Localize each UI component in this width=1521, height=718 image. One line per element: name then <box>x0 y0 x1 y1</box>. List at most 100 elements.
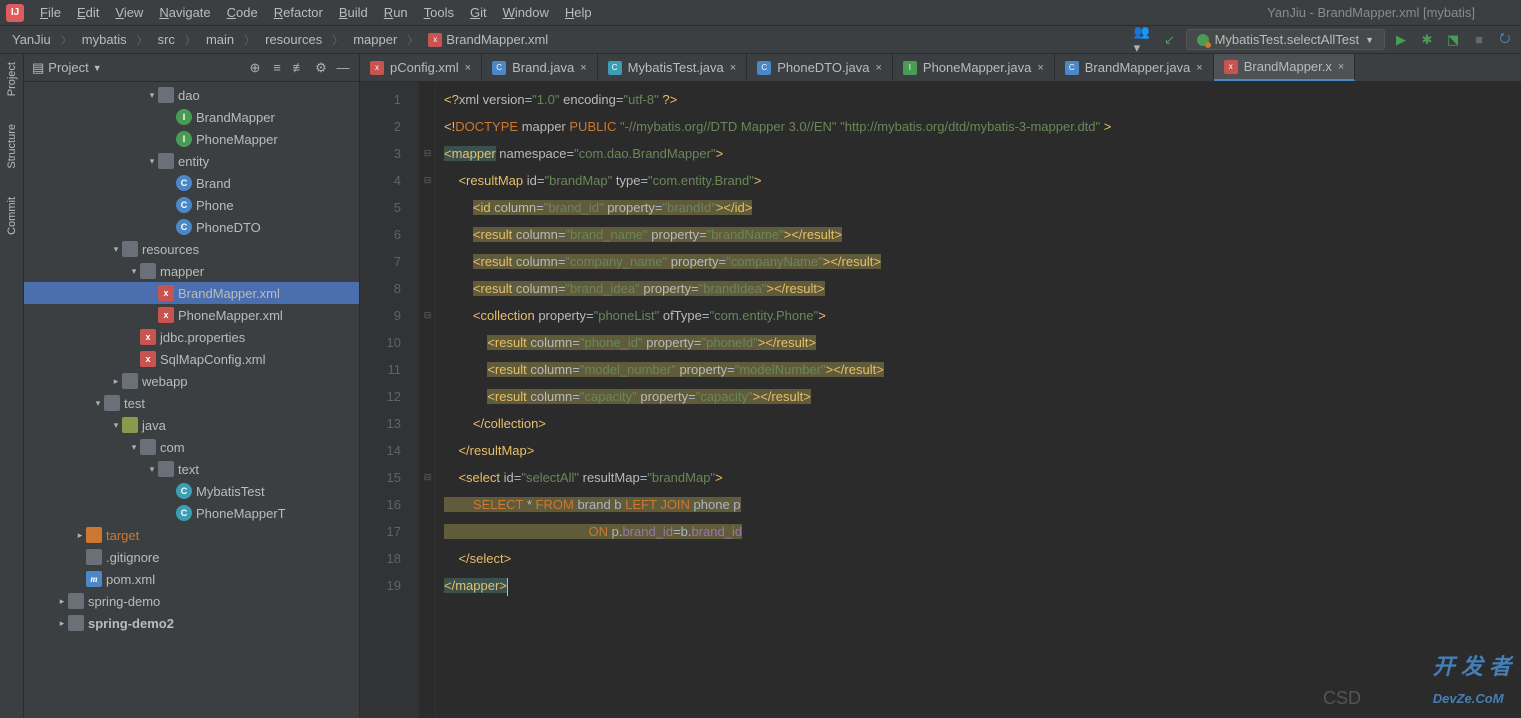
menu-git[interactable]: Git <box>462 5 495 20</box>
menu-build[interactable]: Build <box>331 5 376 20</box>
tree-item-brandmapper[interactable]: IBrandMapper <box>24 106 359 128</box>
tree-item--gitignore[interactable]: .gitignore <box>24 546 359 568</box>
tool-project[interactable]: Project <box>6 58 18 100</box>
menu-code[interactable]: Code <box>219 5 266 20</box>
menu-tools[interactable]: Tools <box>416 5 462 20</box>
tree-item-spring-demo[interactable]: ▸spring-demo <box>24 590 359 612</box>
debug-icon[interactable]: ✱ <box>1417 30 1437 50</box>
fold-column[interactable]: ⊟⊟⊟⊟ <box>420 82 436 718</box>
menu-window[interactable]: Window <box>495 5 557 20</box>
tree-item-mybatistest[interactable]: CMybatisTest <box>24 480 359 502</box>
close-icon[interactable]: × <box>1338 61 1344 73</box>
tree-item-mapper[interactable]: ▾mapper <box>24 260 359 282</box>
tab-phonemapper-java[interactable]: IPhoneMapper.java× <box>893 54 1055 81</box>
run-icon[interactable]: ▶ <box>1391 30 1411 50</box>
close-icon[interactable]: × <box>875 62 881 74</box>
stop-icon[interactable]: ■ <box>1469 30 1489 50</box>
tree-item-phonemappert[interactable]: CPhoneMapperT <box>24 502 359 524</box>
project-panel: ▤ Project ▼ ⊕ ≡ ≢ ⚙ — ▾daoIBrandMapperIP… <box>24 54 360 718</box>
folder-icon <box>158 87 174 103</box>
folder-icon <box>140 263 156 279</box>
menu-help[interactable]: Help <box>557 5 600 20</box>
crumb-main[interactable]: main <box>200 30 240 49</box>
menu-refactor[interactable]: Refactor <box>266 5 331 20</box>
menu-run[interactable]: Run <box>376 5 416 20</box>
close-icon[interactable]: × <box>580 62 586 74</box>
tree-item-resources[interactable]: ▾resources <box>24 238 359 260</box>
tab-mybatistest-java[interactable]: CMybatisTest.java× <box>598 54 748 81</box>
tree-item-jdbc-properties[interactable]: xjdbc.properties <box>24 326 359 348</box>
blue-icon: C <box>1065 61 1079 75</box>
crumb-resources[interactable]: resources <box>259 30 328 49</box>
tree-item-target[interactable]: ▸target <box>24 524 359 546</box>
tab-pconfig-xml[interactable]: xpConfig.xml× <box>360 54 482 81</box>
tree-item-phonemapper-xml[interactable]: xPhoneMapper.xml <box>24 304 359 326</box>
xml-icon: x <box>370 61 384 75</box>
folder-icon <box>158 461 174 477</box>
menu-file[interactable]: File <box>32 5 69 20</box>
green-icon: I <box>176 131 192 147</box>
tree-item-spring-demo2[interactable]: ▸spring-demo2 <box>24 612 359 634</box>
locate-icon[interactable]: ⊕ <box>247 60 263 76</box>
folder-icon <box>122 241 138 257</box>
tree-item-dao[interactable]: ▾dao <box>24 84 359 106</box>
build-icon[interactable]: ↙ <box>1160 30 1180 50</box>
code-editor[interactable]: <?xml version="1.0" encoding="utf-8" ?><… <box>436 82 1521 718</box>
tool-commit[interactable]: Commit <box>6 193 18 239</box>
close-icon[interactable]: × <box>1196 62 1202 74</box>
tree-item-java[interactable]: ▾java <box>24 414 359 436</box>
coverage-icon[interactable]: ⬔ <box>1443 30 1463 50</box>
tree-item-phone[interactable]: CPhone <box>24 194 359 216</box>
tree-item-brand[interactable]: CBrand <box>24 172 359 194</box>
tab-phonedto-java[interactable]: CPhoneDTO.java× <box>747 54 893 81</box>
blue-icon: C <box>176 197 192 213</box>
crumb-mybatis[interactable]: mybatis <box>76 30 133 49</box>
crumb-src[interactable]: src <box>152 30 181 49</box>
crumb-yanjiu[interactable]: YanJiu <box>6 30 57 49</box>
tree-item-phonedto[interactable]: CPhoneDTO <box>24 216 359 238</box>
xml-icon: x <box>158 285 174 301</box>
crumb-mapper[interactable]: mapper <box>347 30 403 49</box>
menu-navigate[interactable]: Navigate <box>151 5 218 20</box>
tree-item-com[interactable]: ▾com <box>24 436 359 458</box>
tree-item-text[interactable]: ▾text <box>24 458 359 480</box>
tree-item-entity[interactable]: ▾entity <box>24 150 359 172</box>
teal-icon: C <box>608 61 622 75</box>
tree-item-brandmapper-xml[interactable]: xBrandMapper.xml <box>24 282 359 304</box>
git-update-icon[interactable]: ⭮ <box>1495 30 1515 50</box>
tab-brand-java[interactable]: CBrand.java× <box>482 54 598 81</box>
close-icon[interactable]: × <box>1037 62 1043 74</box>
run-configuration-dropdown[interactable]: MybatisTest.selectAllTest ▼ <box>1186 29 1385 50</box>
tab-brandmapper-java[interactable]: CBrandMapper.java× <box>1055 54 1214 81</box>
menubar: IJ FileEditViewNavigateCodeRefactorBuild… <box>0 0 1521 26</box>
chevron-down-icon[interactable]: ▼ <box>93 63 102 73</box>
menu-view[interactable]: View <box>107 5 151 20</box>
navbar: YanJiu〉mybatis〉src〉main〉resources〉mapper… <box>0 26 1521 54</box>
maven-icon: m <box>86 571 102 587</box>
xml-icon: x <box>140 329 156 345</box>
crumb-brandmapper.xml[interactable]: xBrandMapper.xml <box>422 30 554 49</box>
user-icon[interactable]: 👥▾ <box>1134 30 1154 50</box>
tree-item-webapp[interactable]: ▸webapp <box>24 370 359 392</box>
green-icon: I <box>903 61 917 75</box>
folder-icon <box>68 615 84 631</box>
menu-edit[interactable]: Edit <box>69 5 107 20</box>
breadcrumb: YanJiu〉mybatis〉src〉main〉resources〉mapper… <box>6 30 554 49</box>
window-title: YanJiu - BrandMapper.xml [mybatis] <box>1267 5 1475 20</box>
settings-icon[interactable]: ⚙ <box>313 60 329 76</box>
close-icon[interactable]: × <box>730 62 736 74</box>
folder-r-icon <box>86 527 102 543</box>
tree-item-test[interactable]: ▾test <box>24 392 359 414</box>
blue-icon: C <box>492 61 506 75</box>
tree-item-phonemapper[interactable]: IPhoneMapper <box>24 128 359 150</box>
close-icon[interactable]: × <box>465 62 471 74</box>
tree-item-sqlmapconfig-xml[interactable]: xSqlMapConfig.xml <box>24 348 359 370</box>
hide-icon[interactable]: — <box>335 60 351 76</box>
tool-structure[interactable]: Structure <box>6 120 18 173</box>
collapse-icon[interactable]: ≢ <box>291 60 307 76</box>
expand-icon[interactable]: ≡ <box>269 60 285 76</box>
left-tool-strip: Project Structure Commit <box>0 54 24 718</box>
tree-item-pom-xml[interactable]: mpom.xml <box>24 568 359 590</box>
project-tree[interactable]: ▾daoIBrandMapperIPhoneMapper▾entityCBran… <box>24 82 359 718</box>
tab-brandmapper-x[interactable]: xBrandMapper.x× <box>1214 54 1356 81</box>
